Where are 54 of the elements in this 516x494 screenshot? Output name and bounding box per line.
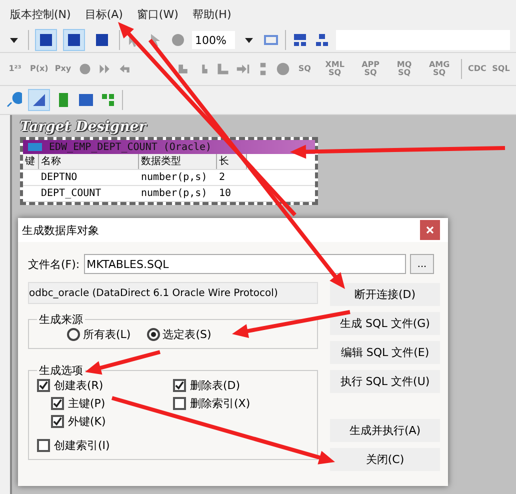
checkbox-option[interactable]: 创建索引(I)	[37, 438, 173, 453]
window-icon[interactable]	[66, 32, 82, 48]
connection-field: odbc_oracle (DataDirect 6.1 Oracle Wire Protocol)	[28, 282, 318, 304]
table-cell-text: number(p,s)	[140, 172, 208, 183]
column-header[interactable]: 名称	[39, 154, 139, 169]
checkbox-icon[interactable]	[37, 439, 50, 452]
dialog-button[interactable]: 执行 SQL 文件(U)	[330, 370, 440, 393]
checkbox-option[interactable]: 删除表(D)	[173, 378, 309, 393]
table-cell-text: 2	[218, 172, 226, 183]
table-cell-text: 10	[218, 188, 232, 199]
fit-icon[interactable]	[263, 32, 279, 48]
group-label: 生成来源	[38, 312, 84, 327]
checkbox-option[interactable]: 创建表(R)	[37, 378, 173, 393]
table-cell-text: DEPTNO	[40, 172, 78, 183]
dialog-button[interactable]: 生成 SQL 文件(G)	[330, 312, 440, 335]
checkbox-option[interactable]: 主键(P)	[51, 396, 173, 411]
checkbox-icon[interactable]	[51, 397, 64, 410]
blocks-icon[interactable]	[216, 61, 230, 77]
workspace-title: Target Designer	[20, 119, 146, 135]
checkbox-option[interactable]: 外键(K)	[51, 414, 173, 429]
dialog-button[interactable]: 生成并执行(A)	[330, 419, 440, 442]
checkbox-icon[interactable]	[173, 379, 186, 392]
window-icon[interactable]	[38, 32, 54, 48]
group-label: 生成选项	[38, 363, 84, 378]
menu-item[interactable]: 版本控制(N)	[10, 6, 71, 22]
circle-icon[interactable]	[78, 61, 92, 77]
radio-option[interactable]: 所有表(L)	[67, 327, 131, 342]
close-button[interactable]	[420, 220, 440, 240]
checkbox-option[interactable]: 删除索引(X)	[173, 396, 309, 411]
nodes-icon[interactable]	[100, 92, 116, 108]
dialog-button[interactable]: 断开连接(D)	[330, 283, 440, 306]
circle-icon[interactable]	[276, 61, 290, 77]
menu-item[interactable]: 帮助(H)	[192, 6, 232, 22]
column-header[interactable]: 数据类型	[139, 154, 217, 169]
column-header[interactable]: 键	[23, 154, 39, 169]
table-title-bar[interactable]: EDW_EMP_DEPT_COUNT (Oracle)	[23, 140, 315, 154]
radio-option[interactable]: 选定表(S)	[146, 327, 212, 342]
checkbox-icon[interactable]	[37, 379, 50, 392]
dialog-button[interactable]: 编辑 SQL 文件(E)	[330, 341, 440, 364]
zoom-field[interactable]: 100%	[192, 31, 235, 49]
menu-item[interactable]: 目标(A)	[84, 6, 123, 22]
table-cell-text: DEPT_COUNT	[40, 188, 102, 199]
browse-button[interactable]: ...	[410, 254, 434, 274]
menu-item[interactable]: 窗口(W)	[136, 6, 178, 22]
file-name-field[interactable]: MKTABLES.SQL	[84, 254, 406, 274]
dialog-button[interactable]: 关闭(C)	[330, 448, 440, 471]
radio-icon[interactable]	[146, 328, 160, 341]
checkbox-icon[interactable]	[173, 397, 186, 410]
close-icon	[426, 226, 434, 234]
field-label: 文件名(F):	[28, 256, 80, 272]
table-cell-text: number(p,s)	[140, 188, 208, 199]
radio-icon[interactable]	[67, 328, 80, 341]
checkbox-icon[interactable]	[51, 415, 64, 428]
dialog-title: 生成数据库对象	[22, 222, 99, 238]
